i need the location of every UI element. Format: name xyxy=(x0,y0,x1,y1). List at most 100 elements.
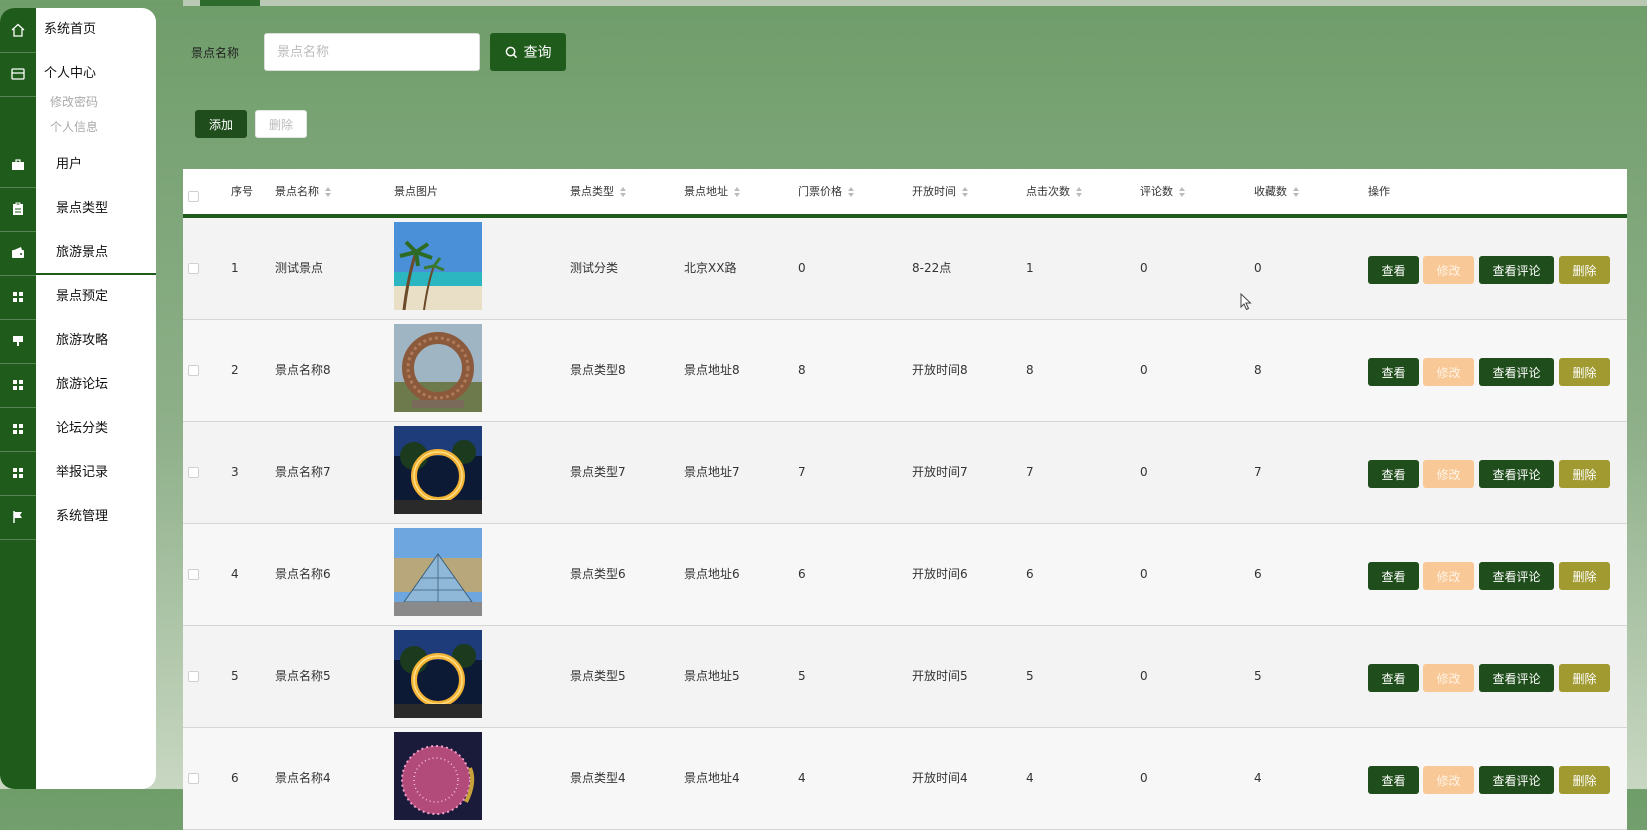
sort-icon[interactable] xyxy=(620,187,627,197)
view-comments-button[interactable]: 查看评论 xyxy=(1479,766,1554,794)
home-icon[interactable] xyxy=(0,8,36,53)
view-comments-button[interactable]: 查看评论 xyxy=(1479,460,1554,488)
spot-image[interactable] xyxy=(394,630,482,718)
submenu-change-password[interactable]: 修改密码 xyxy=(50,93,98,110)
spot-image[interactable] xyxy=(394,324,482,412)
cell-open-time: 开放时间6 xyxy=(912,567,968,581)
col-open-time[interactable]: 开放时间 xyxy=(912,169,969,214)
cell-clicks: 7 xyxy=(1026,465,1034,479)
col-name-label: 景点名称 xyxy=(275,185,319,198)
menu-tourist-spots[interactable]: 旅游景点 xyxy=(36,231,156,275)
col-price-label: 门票价格 xyxy=(798,185,842,198)
table-row[interactable]: 5 景点名称5 景点类型5 景点地址5 5 开放时间5 5 0 5 查看 修改 查看评论 删除 xyxy=(183,626,1627,728)
row-checkbox[interactable] xyxy=(188,263,199,274)
clipboard-icon[interactable] xyxy=(0,187,36,232)
grid-icon[interactable] xyxy=(0,407,36,452)
select-all-checkbox[interactable] xyxy=(188,191,199,202)
view-comments-button[interactable]: 查看评论 xyxy=(1479,256,1554,284)
table-row[interactable]: 6 景点名称4 景点类型4 景点地址4 4 开放时间4 4 0 4 查看 修改 查看评论 删除 xyxy=(183,728,1627,830)
row-checkbox[interactable] xyxy=(188,467,199,478)
spot-image[interactable] xyxy=(394,732,482,820)
flag-icon[interactable] xyxy=(0,495,36,540)
menu-forum-categories[interactable]: 论坛分类 xyxy=(36,407,156,451)
cell-comments: 0 xyxy=(1140,465,1148,479)
menu-spot-types[interactable]: 景点类型 xyxy=(36,187,156,231)
table-row[interactable]: 4 景点名称6 景点类型6 景点地址6 6 开放时间6 6 0 6 查看 修改 查看评论 删除 xyxy=(183,524,1627,626)
active-tab-indicator[interactable] xyxy=(200,0,260,6)
menu-travel-guides[interactable]: 旅游攻略 xyxy=(36,319,156,363)
spot-image[interactable] xyxy=(394,528,482,616)
row-checkbox[interactable] xyxy=(188,365,199,376)
add-button[interactable]: 添加 xyxy=(195,110,247,138)
search-input[interactable] xyxy=(264,33,480,71)
sort-icon[interactable] xyxy=(848,187,855,197)
table-row[interactable]: 2 景点名称8 景点类型8 景点地址8 8 开放时间8 8 0 8 查看 修改 查看评论 删除 xyxy=(183,320,1627,422)
spot-image[interactable] xyxy=(394,426,482,514)
sort-icon[interactable] xyxy=(962,187,969,197)
view-button[interactable]: 查看 xyxy=(1368,256,1419,284)
delete-button[interactable]: 删除 xyxy=(1559,256,1610,284)
delete-button[interactable]: 删除 xyxy=(1559,562,1610,590)
edit-button[interactable]: 修改 xyxy=(1423,562,1474,590)
view-comments-button[interactable]: 查看评论 xyxy=(1479,562,1554,590)
table-row[interactable]: 3 景点名称7 景点类型7 景点地址7 7 开放时间7 7 0 7 查看 修改 查看评论 删除 xyxy=(183,422,1627,524)
col-favorites[interactable]: 收藏数 xyxy=(1254,169,1300,214)
wallet-icon[interactable] xyxy=(0,231,36,276)
edit-button[interactable]: 修改 xyxy=(1423,256,1474,284)
cell-clicks: 8 xyxy=(1026,363,1034,377)
cell-name: 景点名称4 xyxy=(275,771,331,785)
query-button[interactable]: 查询 xyxy=(490,33,566,71)
delete-button[interactable]: 删除 xyxy=(1559,460,1610,488)
view-button[interactable]: 查看 xyxy=(1368,664,1419,692)
sort-icon[interactable] xyxy=(734,187,741,197)
delete-button[interactable]: 删除 xyxy=(1559,358,1610,386)
cell-comments: 0 xyxy=(1140,261,1148,275)
view-button[interactable]: 查看 xyxy=(1368,460,1419,488)
delete-button[interactable]: 删除 xyxy=(1559,664,1610,692)
briefcase-icon[interactable] xyxy=(0,143,36,188)
col-name[interactable]: 景点名称 xyxy=(275,169,332,214)
edit-button[interactable]: 修改 xyxy=(1423,460,1474,488)
batch-delete-button[interactable]: 删除 xyxy=(255,110,307,138)
profile-card-icon[interactable] xyxy=(0,52,36,97)
row-checkbox[interactable] xyxy=(188,569,199,580)
grid-icon[interactable] xyxy=(0,451,36,496)
sort-icon[interactable] xyxy=(1179,187,1186,197)
menu-spot-booking[interactable]: 景点预定 xyxy=(36,275,156,319)
view-button[interactable]: 查看 xyxy=(1368,766,1419,794)
col-address[interactable]: 景点地址 xyxy=(684,169,741,214)
col-clicks[interactable]: 点击次数 xyxy=(1026,169,1083,214)
cell-favorites: 0 xyxy=(1254,261,1262,275)
col-type[interactable]: 景点类型 xyxy=(570,169,627,214)
row-checkbox[interactable] xyxy=(188,671,199,682)
grid-icon[interactable] xyxy=(0,363,36,408)
edit-button[interactable]: 修改 xyxy=(1423,664,1474,692)
cell-index: 3 xyxy=(231,465,239,479)
sort-icon[interactable] xyxy=(1293,187,1300,197)
edit-button[interactable]: 修改 xyxy=(1423,358,1474,386)
sort-icon[interactable] xyxy=(325,187,332,197)
spot-image[interactable] xyxy=(394,222,482,310)
view-comments-button[interactable]: 查看评论 xyxy=(1479,358,1554,386)
view-comments-button[interactable]: 查看评论 xyxy=(1479,664,1554,692)
table-row[interactable]: 1 测试景点 测试分类 北京XX路 0 8-22点 1 0 0 查看 修改 查看评论 删除 xyxy=(183,218,1627,320)
grid-icon[interactable] xyxy=(0,275,36,320)
menu-users[interactable]: 用户 xyxy=(36,143,156,187)
col-price[interactable]: 门票价格 xyxy=(798,169,855,214)
cell-address: 景点地址7 xyxy=(684,465,740,479)
edit-button[interactable]: 修改 xyxy=(1423,766,1474,794)
view-button[interactable]: 查看 xyxy=(1368,562,1419,590)
menu-home[interactable]: 系统首页 xyxy=(36,8,156,52)
menu-report-records[interactable]: 举报记录 xyxy=(36,451,156,495)
view-button[interactable]: 查看 xyxy=(1368,358,1419,386)
delete-button[interactable]: 删除 xyxy=(1559,766,1610,794)
menu-system-management[interactable]: 系统管理 xyxy=(36,495,156,539)
menu-personal-center[interactable]: 个人中心 xyxy=(36,52,156,96)
menu-travel-forum[interactable]: 旅游论坛 xyxy=(36,363,156,407)
row-checkbox[interactable] xyxy=(188,773,199,784)
sort-icon[interactable] xyxy=(1076,187,1083,197)
stamp-icon[interactable] xyxy=(0,319,36,364)
submenu-personal-info[interactable]: 个人信息 xyxy=(50,118,98,135)
col-comments[interactable]: 评论数 xyxy=(1140,169,1186,214)
cell-favorites: 5 xyxy=(1254,669,1262,683)
